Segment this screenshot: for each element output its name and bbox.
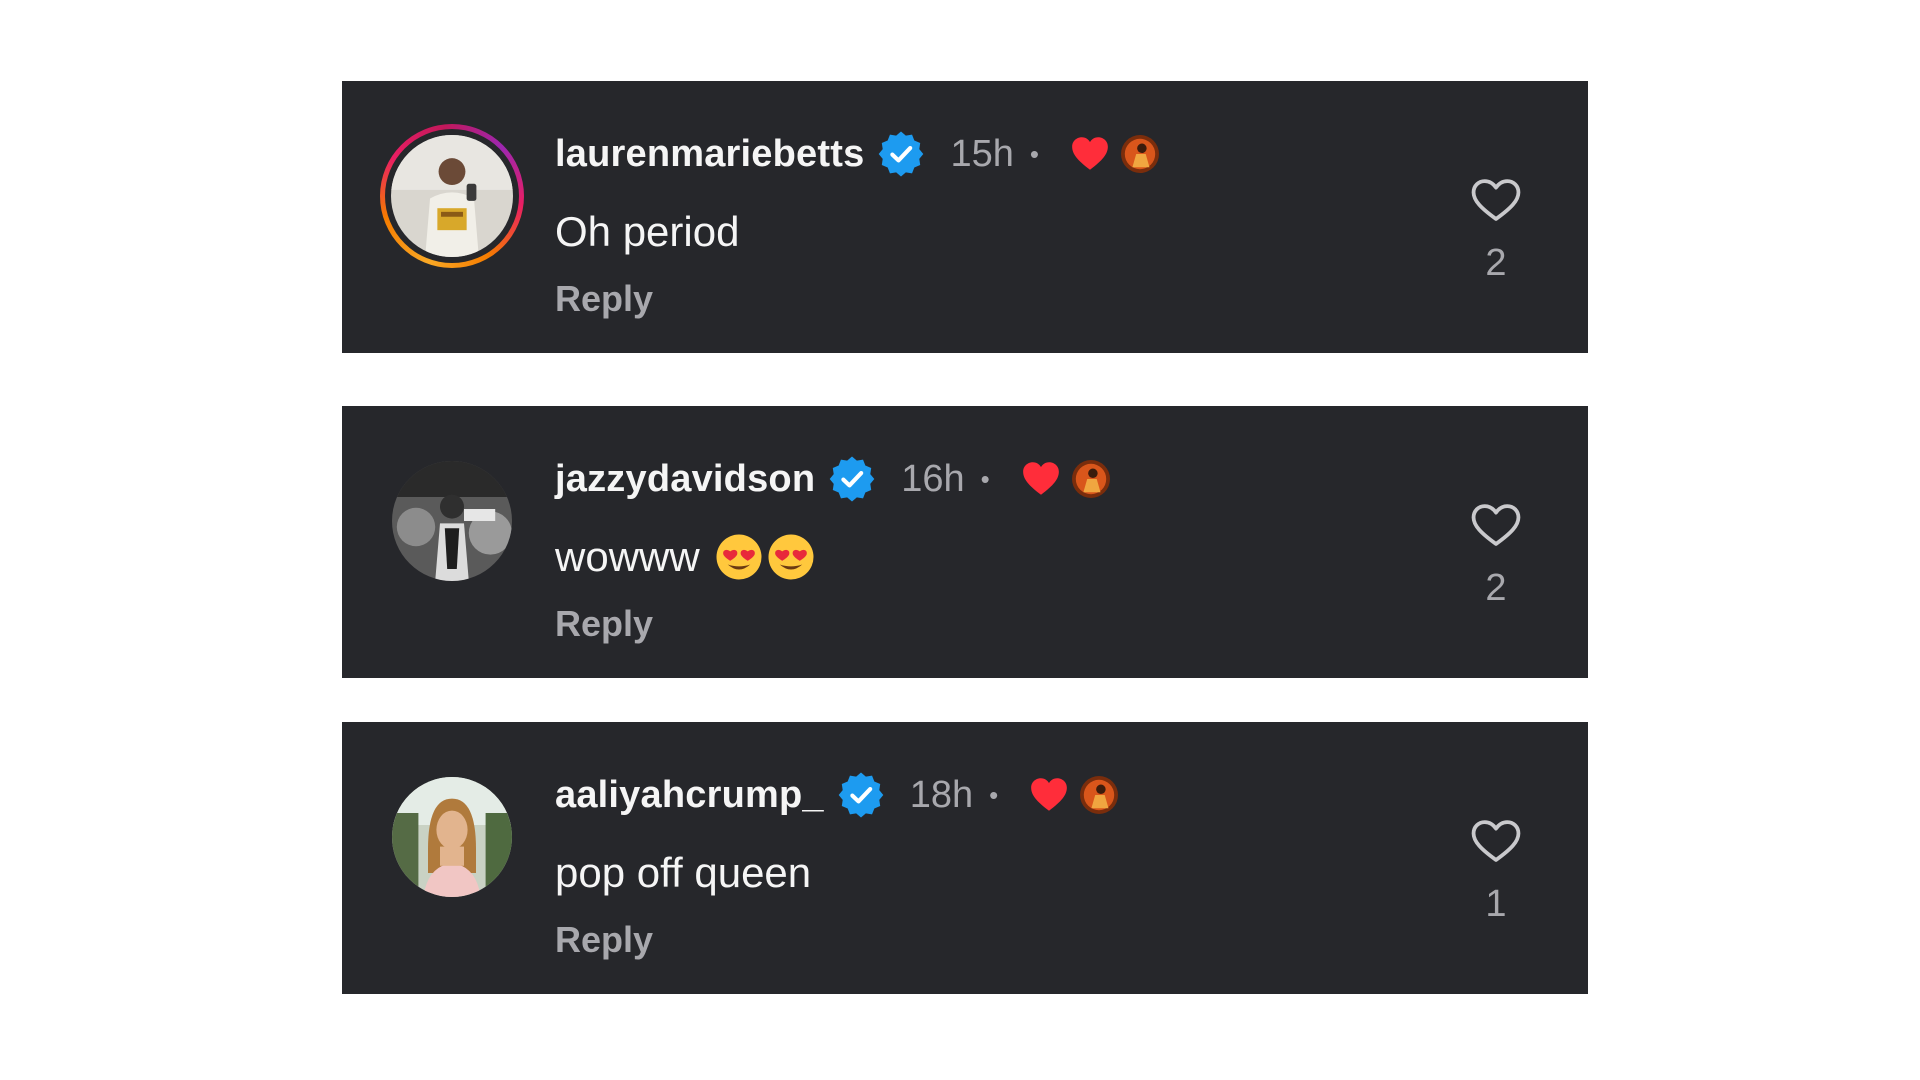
creator-avatar bbox=[1080, 776, 1119, 814]
avatar bbox=[391, 135, 513, 257]
username[interactable]: laurenmariebetts bbox=[555, 133, 864, 176]
comment-card: jazzydavidson 16h • wowww Reply 2 bbox=[342, 406, 1588, 678]
comment-meta: aaliyahcrump_ 18h • bbox=[555, 767, 1438, 823]
avatar-wrapper[interactable] bbox=[380, 449, 524, 593]
comment-text: Oh period bbox=[555, 204, 1438, 260]
like-count: 2 bbox=[1485, 242, 1507, 284]
creator-liked-heart-icon bbox=[1031, 778, 1068, 811]
reply-button[interactable]: Reply bbox=[555, 278, 653, 320]
comment-meta: laurenmariebetts 15h • bbox=[555, 126, 1438, 182]
separator-dot: • bbox=[980, 463, 990, 494]
reply-button[interactable]: Reply bbox=[555, 603, 653, 645]
comment-body: jazzydavidson 16h • wowww Reply bbox=[555, 451, 1438, 645]
like-count: 1 bbox=[1485, 883, 1507, 925]
avatar-photo bbox=[392, 777, 512, 897]
timestamp: 15h bbox=[950, 132, 1014, 175]
comment-text-content: pop off queen bbox=[555, 849, 812, 896]
comment-body: laurenmariebetts 15h • Oh period Reply bbox=[555, 126, 1438, 320]
creator-liked-heart-icon bbox=[1022, 462, 1059, 495]
comment-card: aaliyahcrump_ 18h • pop off queen Reply … bbox=[342, 722, 1588, 994]
comment-text-content: Oh period bbox=[555, 208, 740, 255]
avatar-photo bbox=[392, 461, 512, 581]
avatar-photo bbox=[391, 135, 513, 257]
separator-dot: • bbox=[1029, 138, 1039, 169]
creator-liked-heart-icon bbox=[1072, 137, 1108, 170]
heart-eyes-emoji-icon bbox=[716, 534, 762, 580]
like-area: 1 bbox=[1466, 817, 1526, 926]
like-heart-outline-icon[interactable] bbox=[1470, 501, 1522, 549]
comment-card: laurenmariebetts 15h • Oh period Reply 2 bbox=[342, 81, 1588, 353]
avatar-wrapper[interactable] bbox=[380, 765, 524, 909]
verified-badge-icon bbox=[829, 456, 875, 502]
creator-avatar bbox=[1120, 135, 1159, 173]
like-count: 2 bbox=[1485, 567, 1507, 609]
verified-badge-icon bbox=[879, 131, 924, 177]
reply-button[interactable]: Reply bbox=[555, 919, 653, 961]
creator-avatar bbox=[1071, 460, 1110, 498]
timestamp: 16h bbox=[901, 457, 965, 500]
comment-text: wowww bbox=[555, 529, 1438, 585]
username[interactable]: aaliyahcrump_ bbox=[555, 774, 824, 817]
avatar bbox=[392, 777, 512, 897]
verified-badge-icon bbox=[838, 772, 884, 818]
comment-body: aaliyahcrump_ 18h • pop off queen Reply bbox=[555, 767, 1438, 961]
comment-text: pop off queen bbox=[555, 845, 1438, 901]
separator-dot: • bbox=[989, 779, 999, 810]
heart-eyes-emoji-icon bbox=[768, 534, 814, 580]
like-heart-outline-icon[interactable] bbox=[1470, 176, 1522, 224]
timestamp: 18h bbox=[909, 773, 974, 816]
avatar bbox=[392, 461, 512, 581]
like-area: 2 bbox=[1466, 176, 1526, 285]
comment-meta: jazzydavidson 16h • bbox=[555, 451, 1438, 507]
username[interactable]: jazzydavidson bbox=[555, 458, 815, 501]
avatar-with-story-ring[interactable] bbox=[380, 124, 524, 268]
like-area: 2 bbox=[1466, 501, 1526, 610]
comment-text-content: wowww bbox=[555, 533, 700, 580]
like-heart-outline-icon[interactable] bbox=[1470, 817, 1522, 865]
comments-screenshot: laurenmariebetts 15h • Oh period Reply 2… bbox=[0, 0, 1920, 1080]
